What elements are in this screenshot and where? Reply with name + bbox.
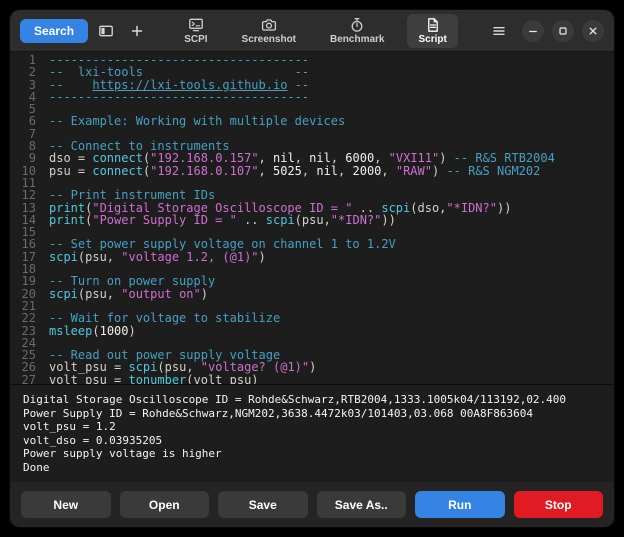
app-window: Search SCPI Screenshot [9, 9, 615, 528]
run-button[interactable]: Run [415, 491, 505, 518]
output-line: volt_dso = 0.03935205 [23, 434, 601, 448]
menu-button[interactable] [486, 18, 512, 44]
script-editor[interactable]: 1------------------------------------2--… [10, 52, 614, 384]
line-number: 12 [10, 189, 36, 201]
line-number: 13 [10, 202, 36, 214]
scpi-icon [188, 17, 204, 33]
output-line: volt_psu = 1.2 [23, 420, 601, 434]
code-line[interactable]: 6 -- Example: Working with multiple devic… [10, 115, 614, 127]
sidebar-toggle-button[interactable] [93, 18, 119, 44]
window-controls [522, 20, 604, 42]
tab-script[interactable]: Script [407, 14, 457, 48]
code-text: volt_psu = tonumber(volt_psu) [49, 374, 259, 384]
output-line: Power supply voltage is higher [23, 447, 601, 461]
code-text: -- Example: Working with multiple device… [49, 115, 345, 127]
tab-screenshot[interactable]: Screenshot [231, 14, 307, 48]
code-line[interactable]: 4------------------------------------ [10, 91, 614, 103]
code-text: print("Power Supply ID = " .. scpi(psu,"… [49, 214, 396, 226]
footer-toolbar: New Open Save Save As.. Run Stop [10, 482, 614, 527]
script-icon [425, 17, 441, 33]
save-as-button[interactable]: Save As.. [317, 491, 407, 518]
code-text: ------------------------------------ [49, 91, 309, 103]
output-line: Power Supply ID = Rohde&Schwarz,NGM202,3… [23, 407, 601, 421]
search-button[interactable]: Search [20, 19, 88, 43]
code-text: scpi(psu, "output on") [49, 288, 208, 300]
close-button[interactable] [582, 20, 604, 42]
save-button[interactable]: Save [218, 491, 308, 518]
tab-benchmark[interactable]: Benchmark [319, 14, 395, 48]
line-number: 27 [10, 374, 36, 384]
tab-label: Benchmark [330, 34, 384, 45]
screenshot-icon [261, 17, 277, 33]
code-text: msleep(1000) [49, 325, 136, 337]
code-line[interactable]: 14print("Power Supply ID = " .. scpi(psu… [10, 214, 614, 226]
hamburger-icon [491, 23, 507, 39]
line-number: 22 [10, 312, 36, 324]
maximize-icon [556, 24, 570, 38]
code-line[interactable]: 23 msleep(1000) [10, 325, 614, 337]
line-number: 23 [10, 325, 36, 337]
code-text: psu = connect("192.168.0.107", 5025, nil… [49, 165, 540, 177]
tab-label: Script [418, 34, 446, 45]
minimize-button[interactable] [522, 20, 544, 42]
output-line: Digital Storage Oscilloscope ID = Rohde&… [23, 393, 601, 407]
new-button[interactable]: New [21, 491, 111, 518]
code-line[interactable]: 17scpi(psu, "voltage 1.2, (@1)") [10, 251, 614, 263]
code-line[interactable]: 27 volt_psu = tonumber(volt_psu) [10, 374, 614, 384]
output-line: Done [23, 461, 601, 475]
new-tab-button[interactable] [124, 18, 150, 44]
line-number: 9 [10, 152, 36, 164]
stop-button[interactable]: Stop [514, 491, 604, 518]
plus-icon [129, 23, 145, 39]
code-line[interactable]: 20scpi(psu, "output on") [10, 288, 614, 300]
tab-scpi[interactable]: SCPI [173, 14, 218, 48]
header-bar: Search SCPI Screenshot [10, 10, 614, 52]
minimize-icon [526, 24, 540, 38]
maximize-button[interactable] [552, 20, 574, 42]
line-number: 16 [10, 238, 36, 250]
sidebar-toggle-icon [98, 23, 114, 39]
line-number: 2 [10, 66, 36, 78]
tab-label: Screenshot [242, 34, 296, 45]
view-switcher: SCPI Screenshot Benchmark Script [150, 14, 481, 48]
code-line[interactable]: 10psu = connect("192.168.0.107", 5025, n… [10, 165, 614, 177]
open-button[interactable]: Open [120, 491, 210, 518]
code-text: scpi(psu, "voltage 1.2, (@1)") [49, 251, 266, 263]
line-number: 6 [10, 115, 36, 127]
tab-label: SCPI [184, 34, 207, 45]
close-icon [586, 24, 600, 38]
line-number: 26 [10, 361, 36, 373]
output-console: Digital Storage Oscilloscope ID = Rohde&… [10, 384, 614, 482]
benchmark-icon [349, 17, 365, 33]
line-number: 19 [10, 275, 36, 287]
